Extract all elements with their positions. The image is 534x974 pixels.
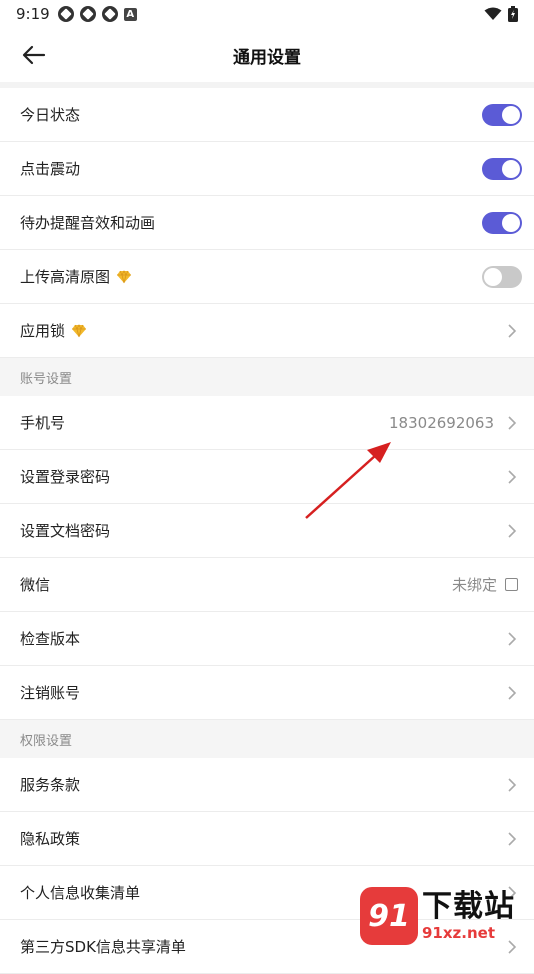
row-label: 应用锁 — [20, 320, 65, 341]
phone-value: 18302692063 — [389, 414, 494, 432]
setting-app-lock[interactable]: 应用锁 — [0, 304, 534, 358]
setting-phone[interactable]: 手机号 18302692063 — [0, 396, 534, 450]
wifi-icon — [484, 7, 502, 21]
settings-list: 今日状态 点击震动 待办提醒音效和动画 上传高清原图 应用锁 — [0, 88, 534, 974]
notification-a-icon: A — [124, 8, 137, 21]
row-label: 个人信息收集清单 — [20, 882, 140, 903]
status-time: 9:19 — [16, 5, 50, 23]
row-label: 检查版本 — [20, 628, 80, 649]
page-title: 通用设置 — [233, 43, 301, 68]
section-header-account: 账号设置 — [0, 358, 534, 396]
row-label: 待办提醒音效和动画 — [20, 212, 155, 233]
chevron-right-icon — [502, 775, 522, 795]
checkbox-icon[interactable] — [505, 578, 518, 591]
battery-icon — [508, 6, 518, 22]
watermark-badge: 91 — [360, 887, 418, 945]
row-label: 设置文档密码 — [20, 520, 110, 541]
setting-check-version[interactable]: 检查版本 — [0, 612, 534, 666]
chevron-right-icon — [502, 413, 522, 433]
row-label: 微信 — [20, 574, 50, 595]
row-label: 隐私政策 — [20, 828, 80, 849]
chevron-right-icon — [502, 683, 522, 703]
click-vibrate-toggle[interactable] — [482, 158, 522, 180]
chevron-right-icon — [502, 629, 522, 649]
notification-icon — [80, 6, 96, 22]
setting-wechat[interactable]: 微信 未绑定 — [0, 558, 534, 612]
row-label: 点击震动 — [20, 158, 80, 179]
back-arrow-icon — [22, 45, 46, 65]
setting-cancel-account[interactable]: 注销账号 — [0, 666, 534, 720]
app-bar: 通用设置 — [0, 28, 534, 82]
section-header-permission: 权限设置 — [0, 720, 534, 758]
todo-reminder-toggle[interactable] — [482, 212, 522, 234]
setting-login-password[interactable]: 设置登录密码 — [0, 450, 534, 504]
notification-icon — [102, 6, 118, 22]
setting-todo-reminder: 待办提醒音效和动画 — [0, 196, 534, 250]
watermark-sub: 91xz.net — [422, 926, 515, 941]
back-button[interactable] — [14, 38, 54, 72]
notification-icon — [58, 6, 74, 22]
row-label: 第三方SDK信息共享清单 — [20, 936, 186, 957]
status-bar: 9:19 A — [0, 0, 534, 28]
setting-upload-hd: 上传高清原图 — [0, 250, 534, 304]
setting-doc-password[interactable]: 设置文档密码 — [0, 504, 534, 558]
setting-terms[interactable]: 服务条款 — [0, 758, 534, 812]
chevron-right-icon — [502, 467, 522, 487]
row-label: 服务条款 — [20, 774, 80, 795]
upload-hd-toggle[interactable] — [482, 266, 522, 288]
chevron-right-icon — [502, 521, 522, 541]
diamond-icon — [71, 324, 87, 338]
setting-click-vibrate: 点击震动 — [0, 142, 534, 196]
row-label: 手机号 — [20, 412, 65, 433]
wechat-status: 未绑定 — [452, 574, 497, 595]
row-label: 上传高清原图 — [20, 266, 110, 287]
today-status-toggle[interactable] — [482, 104, 522, 126]
watermark-logo: 91 下载站 91xz.net — [360, 884, 530, 948]
row-label: 设置登录密码 — [20, 466, 110, 487]
diamond-icon — [116, 270, 132, 284]
chevron-right-icon — [502, 321, 522, 341]
row-label: 今日状态 — [20, 104, 80, 125]
watermark-main: 下载站 — [422, 892, 515, 922]
row-label: 注销账号 — [20, 682, 80, 703]
setting-privacy[interactable]: 隐私政策 — [0, 812, 534, 866]
setting-today-status: 今日状态 — [0, 88, 534, 142]
chevron-right-icon — [502, 829, 522, 849]
